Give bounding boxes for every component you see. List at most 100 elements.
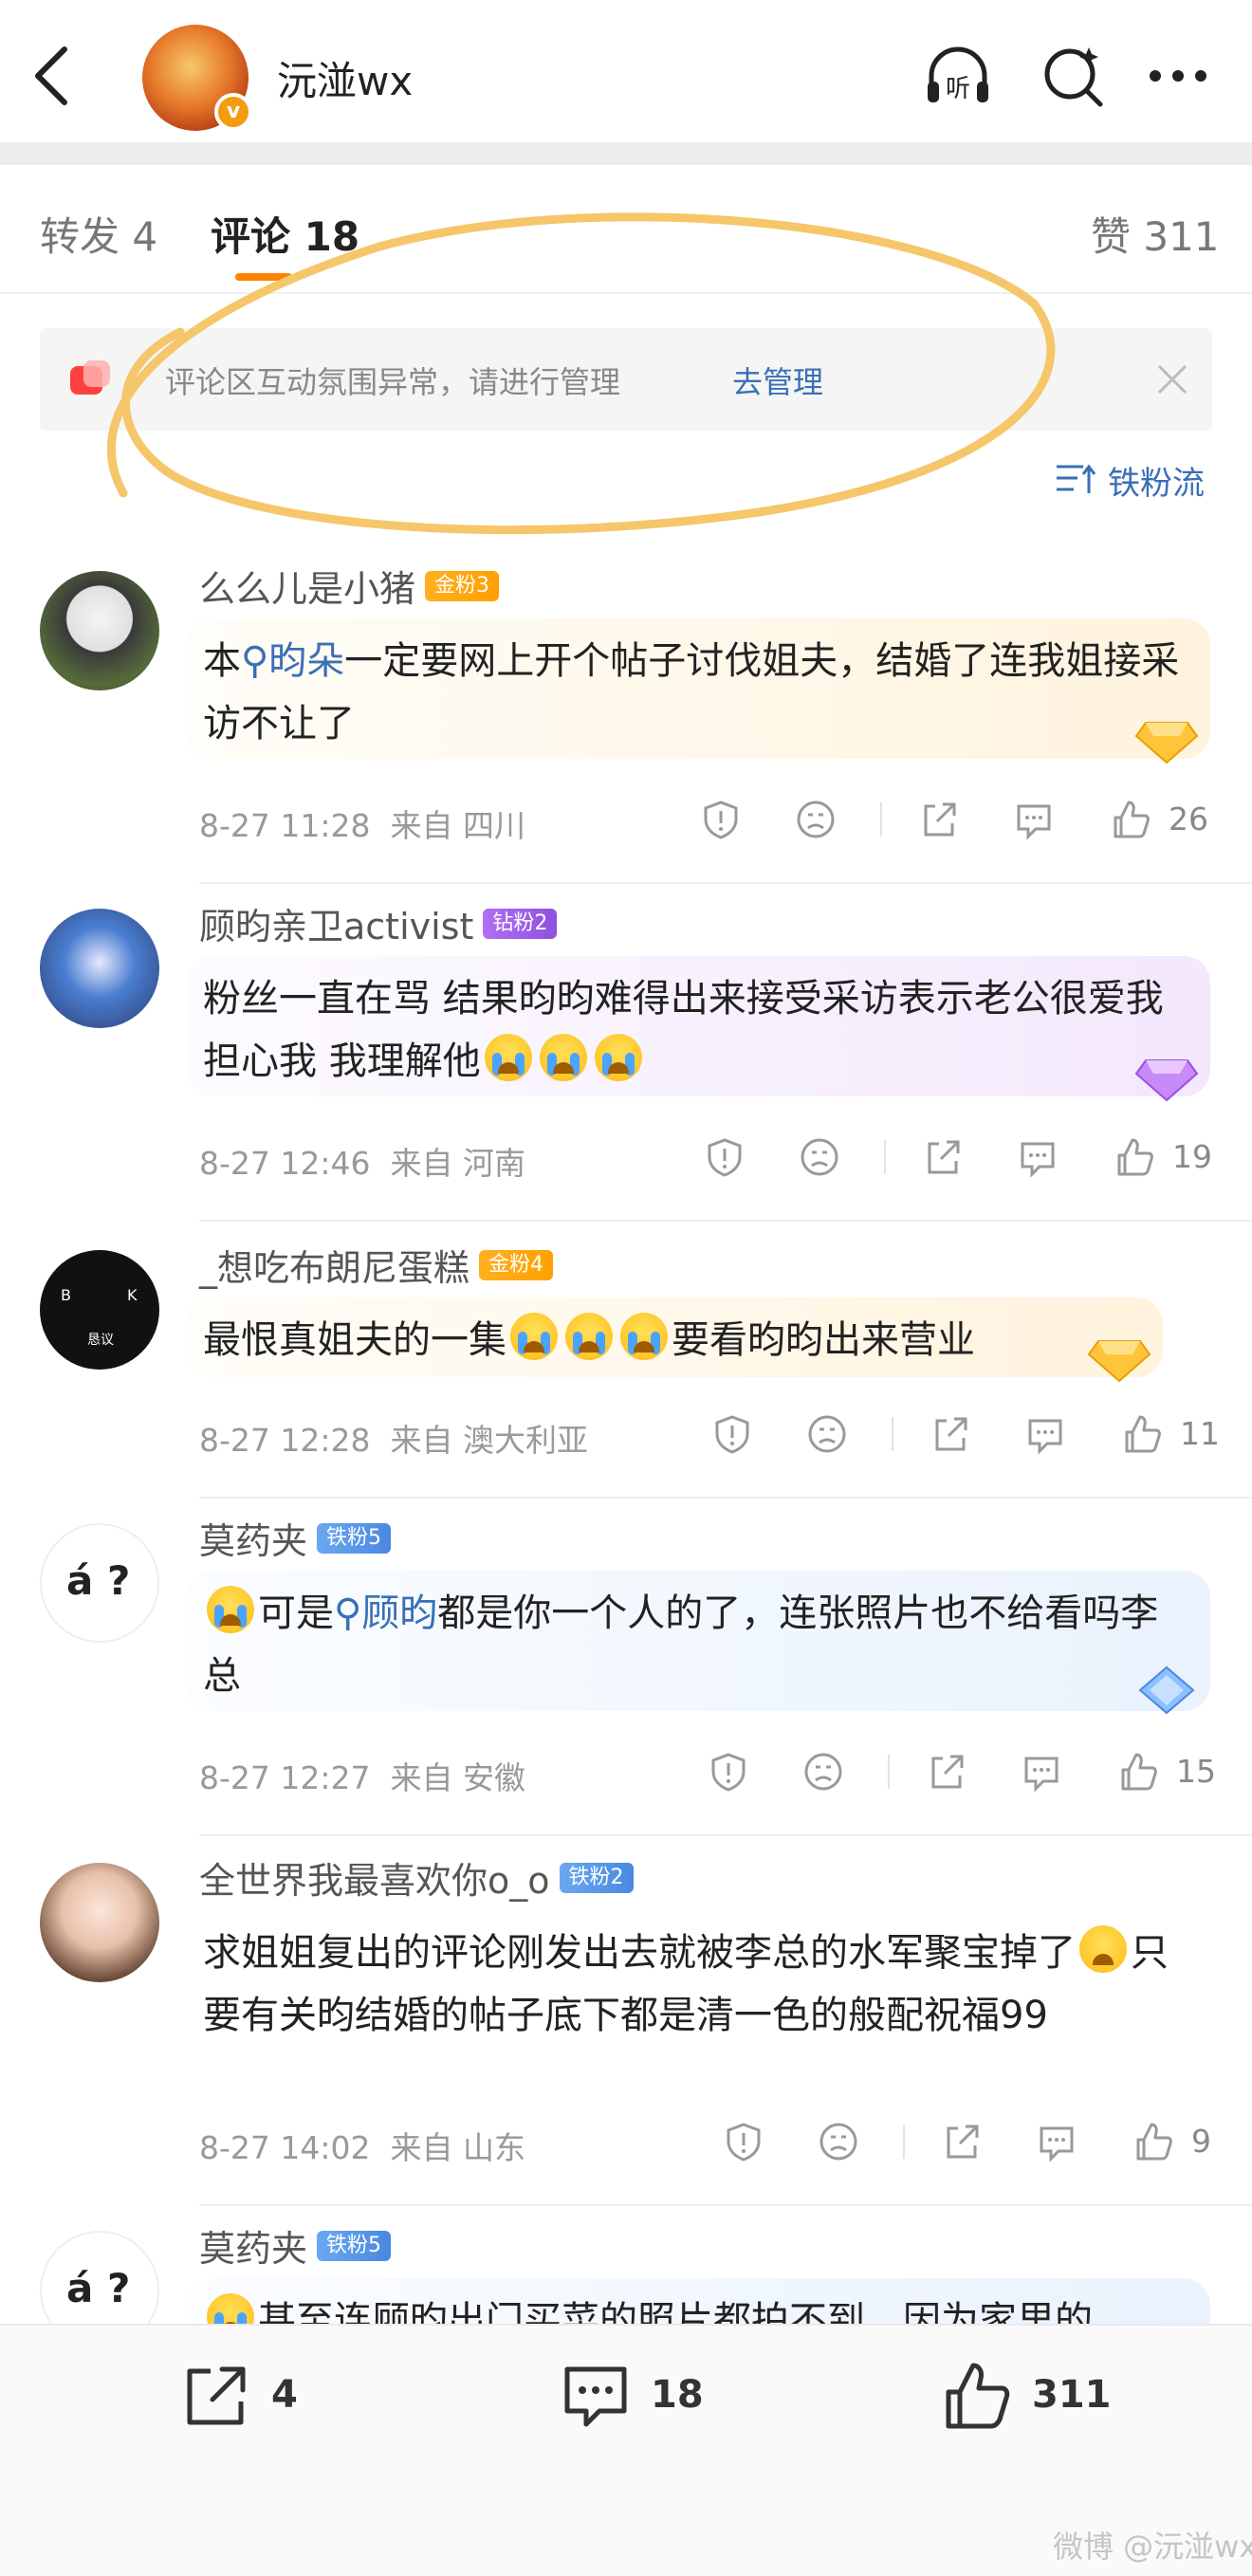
repost-icon xyxy=(187,2366,246,2425)
verified-badge: v xyxy=(214,93,252,131)
sort-icon xyxy=(1057,464,1096,493)
share-icon[interactable] xyxy=(930,1413,971,1455)
commenter-avatar[interactable] xyxy=(40,909,159,1028)
comment-item: á ? 莫药夹 铁粉5 甚至连顾昀出门买菜的照片都拍不到，因为家里的 xyxy=(0,2219,1252,2324)
comment-bubble: 粉丝一直在骂 结果昀昀难得出来接受采访表示老公很爱我担心我 我理解他 xyxy=(186,956,1210,1102)
search-icon[interactable] xyxy=(1038,40,1110,112)
share-icon[interactable] xyxy=(941,2121,983,2162)
comment-item: 全世界我最喜欢你o_o 铁粉2 求姐姐复出的评论刚发出去就被李总的水军聚宝掉了 只要… xyxy=(0,1851,1252,2216)
back-icon[interactable] xyxy=(27,40,80,112)
report-icon[interactable] xyxy=(723,2121,764,2162)
report-icon[interactable] xyxy=(711,1413,753,1455)
comment-item: 顾昀亲卫activist 钻粉2 粉丝一直在骂 结果昀昀难得出来接受采访表示老公很… xyxy=(0,897,1252,1239)
listen-icon[interactable]: 听 xyxy=(922,40,994,112)
commenter-name[interactable]: 莫药夹 xyxy=(199,2228,307,2270)
like-icon[interactable] xyxy=(1110,799,1151,840)
share-icon[interactable] xyxy=(926,1751,967,1793)
comment-text: 可是⚲顾昀都是你一个人的了，连张照片也不给看吗李总 xyxy=(203,1582,1193,1707)
like-count: 9 xyxy=(1191,2123,1211,2160)
comment-meta: 8-27 12:46 来自 河南 19 xyxy=(199,1132,1212,1184)
dislike-face-icon[interactable] xyxy=(799,1136,840,1178)
reply-icon[interactable] xyxy=(1036,2121,1077,2162)
iron-gem-icon xyxy=(1138,1665,1195,1715)
comment-text: 本⚲昀朵一定要网上开个帖子讨伐姐夫，结婚了连我姐接采访不让了 xyxy=(203,639,1180,745)
like-icon xyxy=(946,2363,1010,2429)
tab-likes[interactable]: 赞 311 xyxy=(1091,205,1220,263)
comment-time: 8-27 12:27 来自 安徽 xyxy=(199,1759,525,1796)
dislike-face-icon[interactable] xyxy=(795,799,837,840)
report-icon[interactable] xyxy=(704,1136,746,1178)
commenter-avatar[interactable] xyxy=(40,1863,159,1982)
commenter-name[interactable]: 顾昀亲卫activist xyxy=(199,906,473,948)
like-count: 26 xyxy=(1169,800,1208,837)
commenter-avatar[interactable]: á ? xyxy=(40,2231,159,2324)
reply-icon[interactable] xyxy=(1021,1751,1062,1793)
fan-badge[interactable]: 金粉4 xyxy=(479,1249,554,1280)
comment-text: 甚至连顾昀出门买菜的照片都拍不到，因为家里的 xyxy=(203,2290,1193,2324)
comment-text: 最恨真姐夫的一集 要看昀昀出来营业 xyxy=(203,1309,1146,1371)
comment-time: 8-27 14:02 来自 山东 xyxy=(199,2129,525,2166)
commenter-avatar[interactable]: á ? xyxy=(40,1523,159,1643)
commenter-name[interactable]: _想吃布朗尼蛋糕 xyxy=(199,1247,470,1289)
topic-tag[interactable]: 昀朵 xyxy=(268,639,344,683)
tab-comments[interactable]: 评论 18 xyxy=(211,205,359,263)
reply-icon[interactable] xyxy=(1013,799,1055,840)
like-icon[interactable] xyxy=(1117,1751,1159,1793)
meta-separator xyxy=(888,1755,890,1789)
commenter-header: 么么儿是小猪 金粉3 xyxy=(199,560,500,611)
svg-text:听: 听 xyxy=(946,75,970,103)
comment-text: 求姐姐复出的评论刚发出去就被李总的水军聚宝掉了 只要有关昀结婚的帖子底下都是清一色… xyxy=(203,1922,1193,2047)
commenter-name[interactable]: 么么儿是小猪 xyxy=(199,568,415,610)
author-name[interactable]: 沅湴wx xyxy=(277,49,413,107)
comment-icon xyxy=(564,2366,627,2427)
dislike-face-icon[interactable] xyxy=(818,2121,859,2162)
gold-gem-icon xyxy=(1087,1340,1151,1383)
like-count: 15 xyxy=(1176,1753,1216,1790)
commenter-name[interactable]: 莫药夹 xyxy=(199,1520,307,1562)
comment-list: 么么儿是小猪 金粉3 本⚲昀朵一定要网上开个帖子讨伐姐夫，结婚了连我姐接采访不让了… xyxy=(0,541,1252,2324)
topic-tag[interactable]: 顾昀 xyxy=(361,1592,437,1635)
share-icon[interactable] xyxy=(918,799,960,840)
crying-emoji xyxy=(207,1586,254,1633)
manage-link[interactable]: 去管理 xyxy=(732,359,823,402)
fan-badge[interactable]: 铁粉5 xyxy=(317,2230,392,2261)
reply-icon[interactable] xyxy=(1017,1136,1059,1178)
repost-count: 4 xyxy=(271,2373,298,2417)
commenter-name[interactable]: 全世界我最喜欢你o_o xyxy=(199,1860,550,1902)
report-icon[interactable] xyxy=(700,799,742,840)
fan-badge[interactable]: 金粉3 xyxy=(425,570,500,601)
comment-item: 么么儿是小猪 金粉3 本⚲昀朵一定要网上开个帖子讨伐姐夫，结婚了连我姐接采访不让了… xyxy=(0,560,1252,901)
dislike-face-icon[interactable] xyxy=(806,1413,848,1455)
comment-time: 8-27 12:46 来自 河南 xyxy=(199,1145,525,1182)
manage-notice: 评论区互动氛围异常，请进行管理 去管理 xyxy=(40,328,1212,431)
crying-emoji xyxy=(565,1313,613,1360)
dislike-face-icon[interactable] xyxy=(802,1751,844,1793)
comment-count: 18 xyxy=(651,2373,704,2417)
meta-separator xyxy=(884,1140,886,1174)
commenter-avatar[interactable] xyxy=(40,571,159,690)
tab-reposts[interactable]: 转发 4 xyxy=(40,205,157,263)
more-icon[interactable] xyxy=(1142,40,1214,112)
fan-badge[interactable]: 钻粉2 xyxy=(483,908,558,939)
top-bar: v 沅湴wx 听 xyxy=(0,0,1252,142)
commenter-header: 莫药夹 铁粉5 xyxy=(199,1512,392,1563)
like-icon[interactable] xyxy=(1114,1136,1155,1178)
comment-meta: 8-27 12:28 来自 澳大利亚 11 xyxy=(199,1409,1220,1461)
fan-badge[interactable]: 铁粉2 xyxy=(559,1862,634,1893)
commenter-header: 全世界我最喜欢你o_o 铁粉2 xyxy=(199,1851,634,1903)
reply-icon[interactable] xyxy=(1024,1413,1066,1455)
commenter-avatar[interactable]: B K 恳议 xyxy=(40,1250,159,1370)
fan-badge[interactable]: 铁粉5 xyxy=(317,1522,392,1554)
comment-bubble: 甚至连顾昀出门买菜的照片都拍不到，因为家里的 xyxy=(186,2278,1210,2324)
like-count: 11 xyxy=(1180,1415,1220,1452)
meta-separator xyxy=(892,1417,893,1451)
close-icon[interactable] xyxy=(1150,357,1195,402)
crying-emoji xyxy=(539,1034,587,1081)
like-icon[interactable] xyxy=(1132,2121,1174,2162)
active-tab-indicator xyxy=(235,273,292,281)
like-icon[interactable] xyxy=(1121,1413,1163,1455)
share-icon[interactable] xyxy=(922,1136,964,1178)
report-icon[interactable] xyxy=(708,1751,749,1793)
comment-time: 8-27 11:28 来自 四川 xyxy=(199,807,525,844)
comment-bubble: 本⚲昀朵一定要网上开个帖子讨伐姐夫，结婚了连我姐接采访不让了 xyxy=(186,618,1210,764)
